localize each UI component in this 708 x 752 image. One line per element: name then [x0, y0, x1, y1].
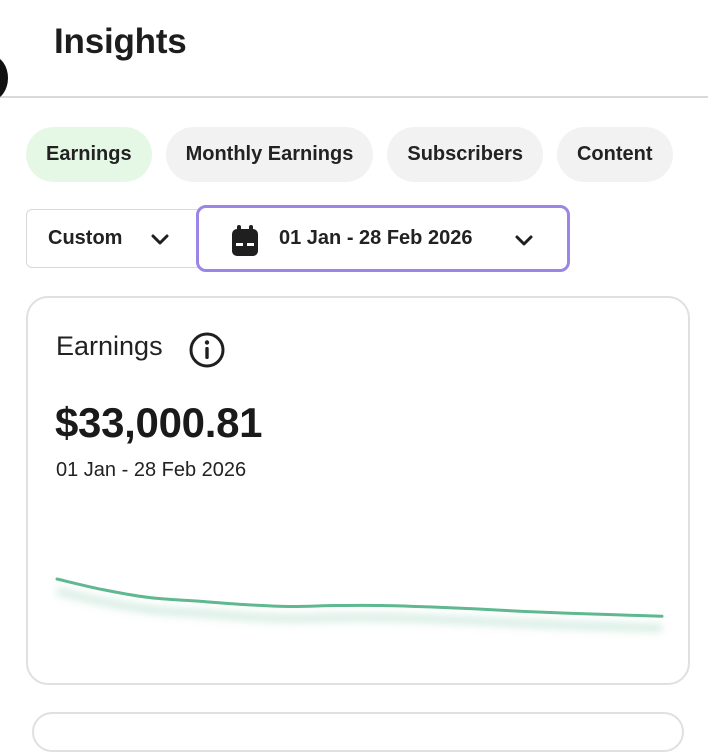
range-select-label: Custom [48, 227, 123, 249]
tab-content[interactable]: Content [556, 127, 673, 182]
page-title: Insights [54, 22, 187, 61]
earnings-card: Earnings $33,000.81 01 Jan - 28 Feb 2026 [26, 296, 690, 685]
chevron-down-icon [149, 230, 171, 254]
earnings-line-chart [55, 577, 664, 633]
back-icon[interactable] [0, 56, 8, 100]
chevron-down-icon [513, 231, 535, 254]
calendar-icon [229, 224, 261, 263]
tab-bar: Earnings Monthly Earnings Subscribers Co… [26, 127, 673, 182]
range-select[interactable]: Custom [26, 209, 204, 268]
app-header: Insights [0, 0, 708, 100]
next-card [32, 712, 684, 752]
tab-subscribers[interactable]: Subscribers [387, 127, 543, 182]
date-range-picker[interactable]: 01 Jan - 28 Feb 2026 [196, 205, 570, 272]
tab-earnings[interactable]: Earnings [26, 127, 152, 182]
date-range-text: 01 Jan - 28 Feb 2026 [279, 227, 473, 249]
tab-monthly-earnings[interactable]: Monthly Earnings [165, 127, 374, 182]
